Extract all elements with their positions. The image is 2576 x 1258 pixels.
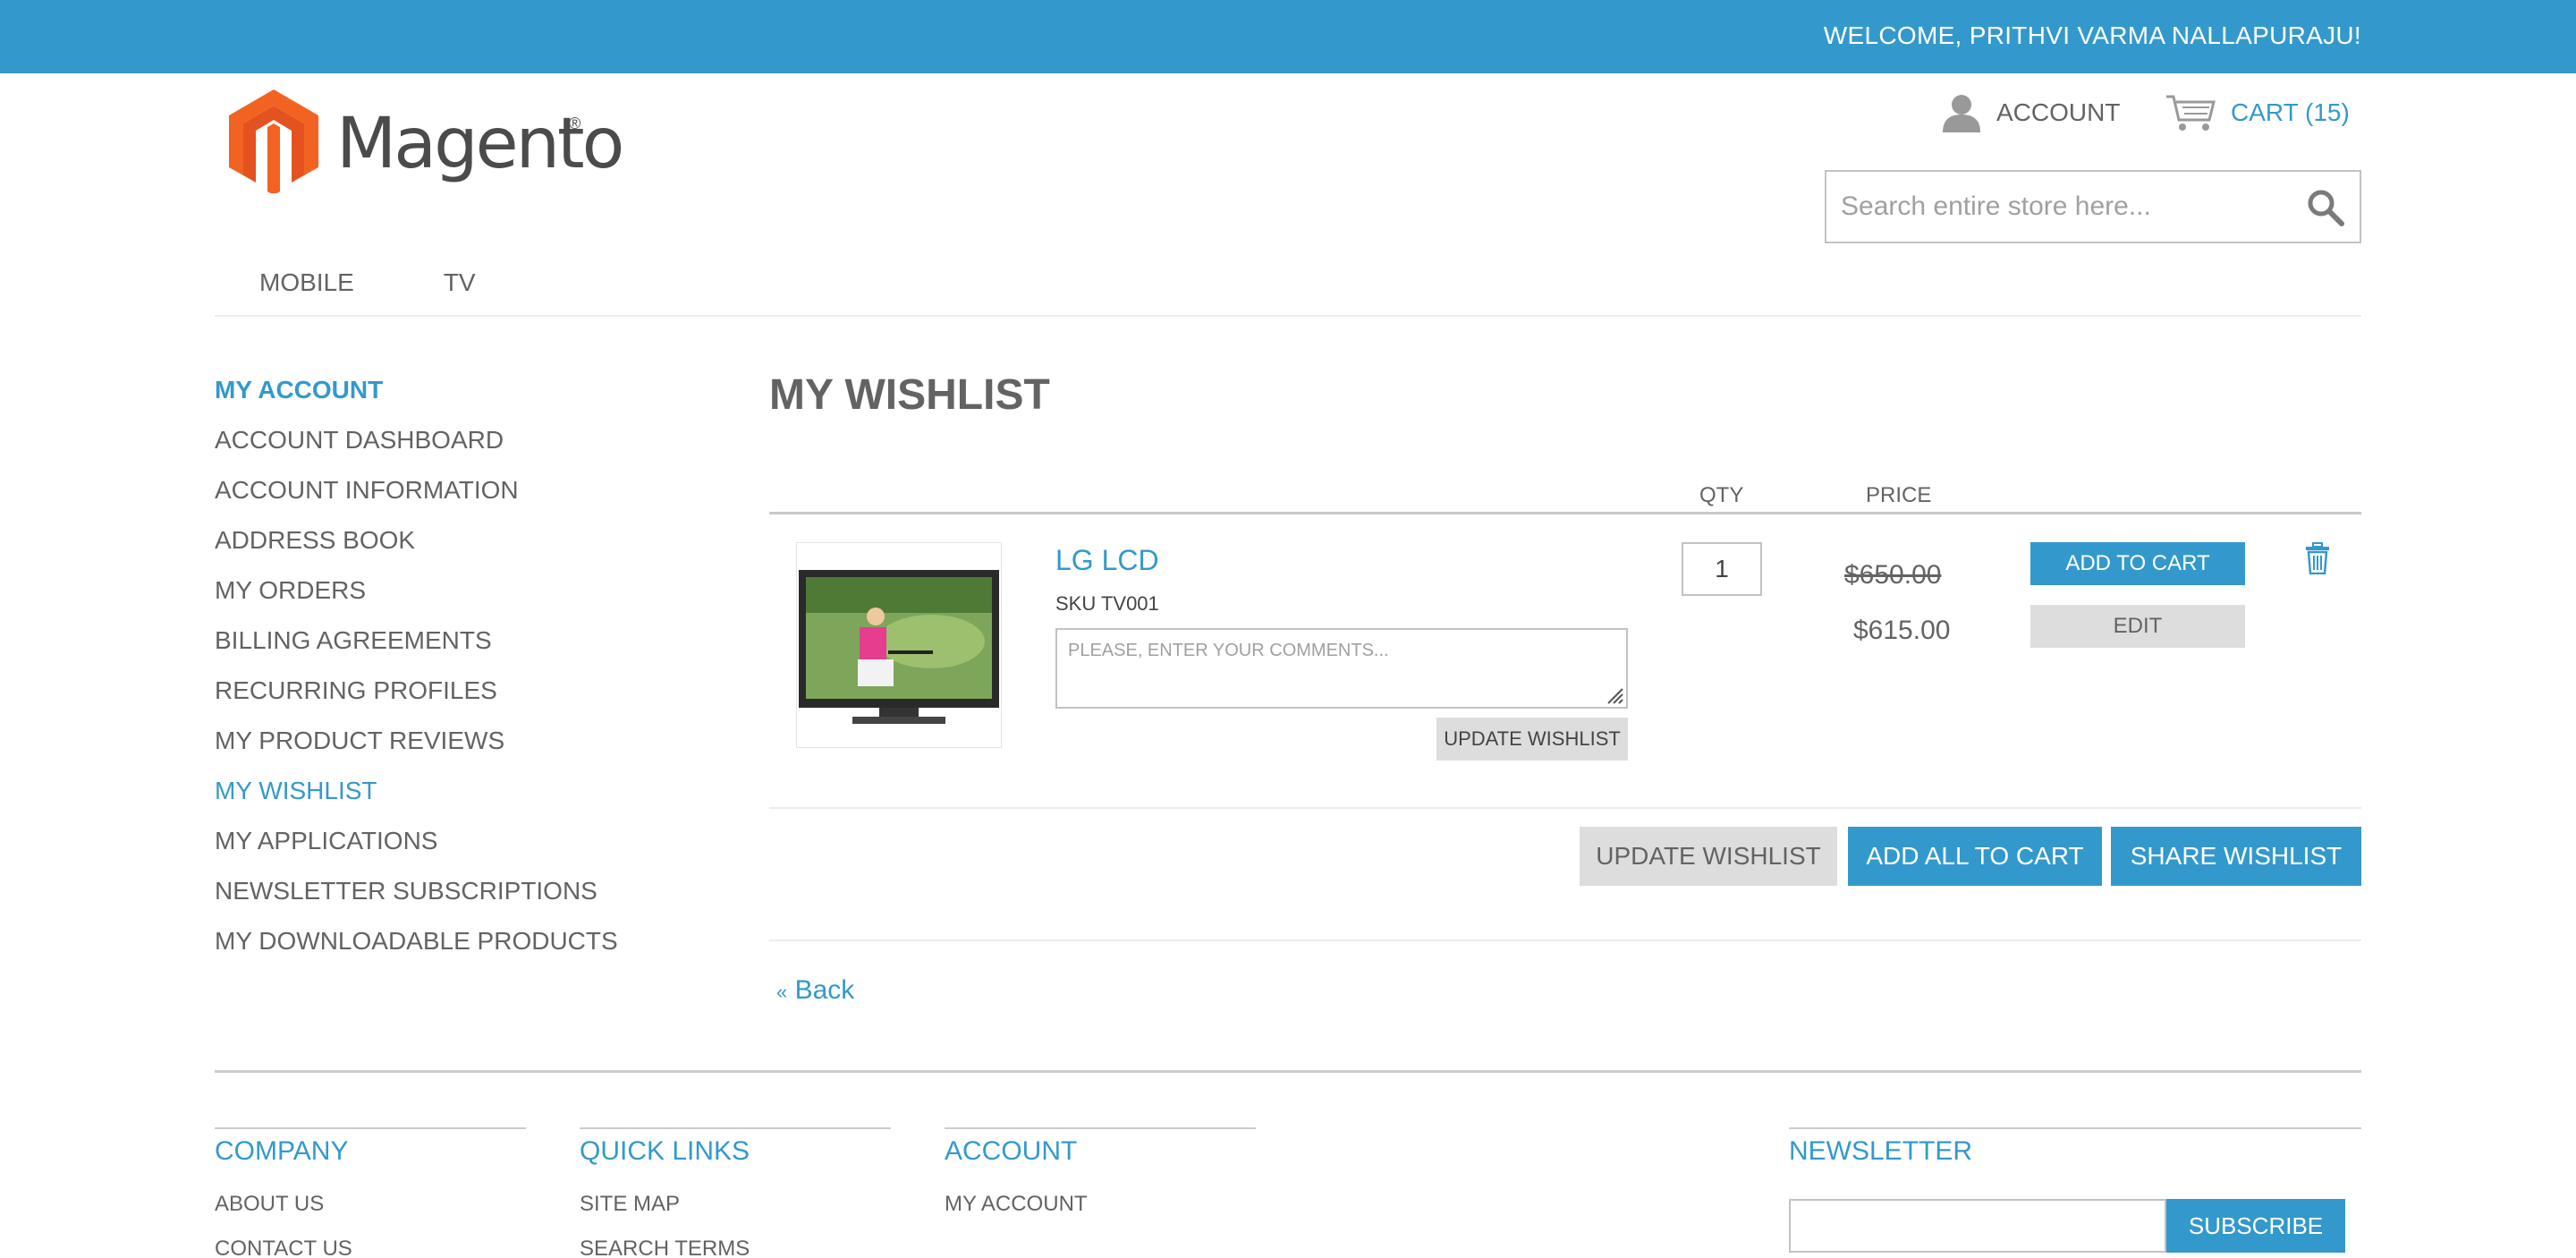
nav-item-tv[interactable]: TV <box>444 268 476 308</box>
product-name-link[interactable]: LG LCD <box>1055 544 1159 577</box>
update-wishlist-button[interactable]: UPDATE WISHLIST <box>1580 827 1837 886</box>
product-image[interactable] <box>796 542 1002 748</box>
footer-title-company: COMPANY <box>215 1136 349 1166</box>
account-label: ACCOUNT <box>1996 98 2121 126</box>
footer-link-about-us[interactable]: ABOUT US <box>215 1192 324 1217</box>
cart-icon <box>2166 95 2216 131</box>
top-bar: WELCOME, PRITHVI VARMA NALLAPURAJU! <box>0 0 2576 73</box>
edit-button[interactable]: EDIT <box>2030 605 2245 648</box>
sidebar-item-my-wishlist[interactable]: MY WISHLIST <box>215 773 716 823</box>
account-sidebar: MY ACCOUNT ACCOUNT DASHBOARD ACCOUNT INF… <box>215 372 716 973</box>
current-price: $615.00 <box>1853 616 1951 645</box>
footer-col-rule <box>215 1127 526 1129</box>
sidebar-item-newsletter-subscriptions[interactable]: NEWSLETTER SUBSCRIPTIONS <box>215 873 716 923</box>
footer-link-contact-us[interactable]: CONTACT US <box>215 1237 352 1258</box>
search-box <box>1825 170 2361 243</box>
sidebar-title: MY ACCOUNT <box>215 376 384 404</box>
lg-lcd-tv-image <box>799 570 999 724</box>
back-arrow-icon: « <box>776 981 788 1003</box>
footer-title-account: ACCOUNT <box>945 1136 1078 1166</box>
person-icon <box>1943 95 1980 132</box>
sidebar-item-billing-agreements[interactable]: BILLING AGREEMENTS <box>215 623 716 673</box>
share-wishlist-button[interactable]: SHARE WISHLIST <box>2111 827 2361 886</box>
add-all-to-cart-button[interactable]: ADD ALL TO CART <box>1848 827 2102 886</box>
footer-divider <box>215 1070 2361 1073</box>
account-link[interactable]: ACCOUNT <box>1941 93 2120 132</box>
nav-divider <box>215 315 2361 317</box>
product-sku: SKU TV001 <box>1055 592 1159 615</box>
footer-link-my-account[interactable]: MY ACCOUNT <box>945 1192 1088 1217</box>
trash-icon[interactable] <box>2304 542 2331 574</box>
sidebar-item-address-book[interactable]: ADDRESS BOOK <box>215 523 716 573</box>
sidebar-item-account-information[interactable]: ACCOUNT INFORMATION <box>215 472 716 523</box>
row-divider <box>769 807 2361 809</box>
search-input[interactable] <box>1826 172 2292 242</box>
logo-registered-mark: ® <box>569 115 581 132</box>
nav-item-mobile[interactable]: MOBILE <box>259 268 354 308</box>
newsletter-email-input[interactable] <box>1789 1199 2166 1253</box>
cart-link[interactable]: CART (15) <box>2165 93 2350 132</box>
page-title: MY WISHLIST <box>769 371 1050 419</box>
footer-col-rule <box>1789 1127 2361 1129</box>
add-to-cart-button[interactable]: ADD TO CART <box>2030 542 2245 585</box>
column-header-price: PRICE <box>1866 483 1932 507</box>
search-icon[interactable] <box>2306 188 2345 227</box>
resize-grip-icon[interactable] <box>1605 685 1624 705</box>
comment-input[interactable] <box>1055 628 1628 709</box>
table-header-divider <box>769 512 2361 514</box>
sidebar-item-my-product-reviews[interactable]: MY PRODUCT REVIEWS <box>215 723 716 773</box>
back-label: Back <box>794 975 855 1005</box>
footer-col-rule <box>945 1127 1256 1129</box>
subscribe-button[interactable]: SUBSCRIBE <box>2166 1199 2345 1253</box>
sidebar-item-my-applications[interactable]: MY APPLICATIONS <box>215 823 716 873</box>
magento-logo[interactable]: Magento ® <box>229 89 624 193</box>
sidebar-item-my-downloadable-products[interactable]: MY DOWNLOADABLE PRODUCTS <box>215 923 716 973</box>
footer-title-quick-links: QUICK LINKS <box>580 1136 750 1166</box>
footer-title-newsletter: NEWSLETTER <box>1789 1136 1973 1166</box>
welcome-message: WELCOME, PRITHVI VARMA NALLAPURAJU! <box>1823 21 2361 49</box>
sidebar-item-recurring-profiles[interactable]: RECURRING PROFILES <box>215 673 716 723</box>
column-header-qty: QTY <box>1699 483 1744 507</box>
main-nav: MOBILE TV <box>215 268 476 308</box>
cart-label: CART (15) <box>2231 98 2350 126</box>
back-link[interactable]: « Back <box>776 975 854 1006</box>
footer-link-search-terms[interactable]: SEARCH TERMS <box>580 1237 750 1258</box>
footer-link-site-map[interactable]: SITE MAP <box>580 1192 680 1217</box>
sidebar-item-account-dashboard[interactable]: ACCOUNT DASHBOARD <box>215 422 716 472</box>
magento-logo-mark <box>229 89 318 193</box>
qty-input[interactable] <box>1682 542 1762 596</box>
update-item-button[interactable]: UPDATE WISHLIST <box>1436 718 1628 761</box>
old-price: $650.00 <box>1844 560 1942 590</box>
sidebar-item-my-orders[interactable]: MY ORDERS <box>215 573 716 623</box>
footer-col-rule <box>580 1127 891 1129</box>
actions-divider <box>769 939 2361 941</box>
